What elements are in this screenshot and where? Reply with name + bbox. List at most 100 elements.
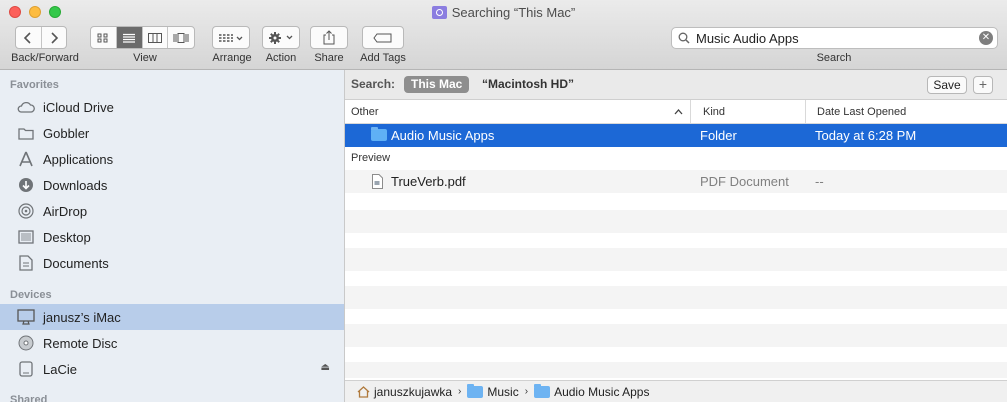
group-header-row: Preview: [345, 147, 1007, 170]
icon-view-button[interactable]: [91, 27, 117, 48]
shared-header: Shared: [10, 394, 48, 402]
share-icon: [323, 30, 335, 45]
column-header-name-label: Other: [351, 106, 379, 118]
eject-icon[interactable]: ⏏: [321, 362, 330, 373]
disc-icon: [17, 334, 35, 352]
path-item-label: januszkujawka: [374, 384, 453, 399]
column-header-date[interactable]: Date Last Opened: [806, 100, 1007, 124]
search-label: Search: [816, 52, 852, 64]
column-view-button[interactable]: [143, 27, 169, 48]
clear-search-icon[interactable]: ✕: [979, 31, 993, 45]
add-tags-label: Add Tags: [360, 52, 406, 64]
path-item-home[interactable]: januszkujawka: [357, 385, 452, 399]
add-criteria-button[interactable]: +: [973, 76, 993, 94]
imac-icon: [17, 308, 35, 326]
share-segment: [311, 27, 347, 48]
search-scope-bar: Search: This Mac “Macintosh HD” Save +: [345, 70, 1007, 100]
back-forward-control: [15, 26, 67, 49]
list-view-button[interactable]: [116, 27, 143, 48]
folder-icon: [17, 124, 35, 142]
action-label: Action: [265, 52, 297, 64]
search-field[interactable]: ✕: [671, 27, 998, 49]
sidebar-item-applications[interactable]: Applications: [0, 146, 344, 172]
search-input[interactable]: [696, 30, 976, 46]
sidebar-item-downloads[interactable]: Downloads: [0, 172, 344, 198]
path-item-audio-music-apps[interactable]: Audio Music Apps: [534, 383, 650, 399]
sidebar-item-label: Gobbler: [43, 125, 90, 141]
sidebar-item-icloud-drive[interactable]: iCloud Drive: [0, 94, 344, 120]
chevron-left-icon: [24, 31, 31, 44]
sidebar-item-remote-disc[interactable]: Remote Disc: [0, 330, 344, 356]
search-scope-label: Search:: [351, 77, 396, 91]
column-header-kind[interactable]: Kind: [691, 100, 806, 124]
row-date: Today at 6:28 PM: [815, 128, 917, 143]
chevron-right-icon: ›: [458, 386, 462, 397]
sidebar-item-documents[interactable]: Documents: [0, 250, 344, 276]
smart-folder-icon: [431, 6, 447, 19]
column-headers: Other Kind Date Last Opened: [345, 100, 1007, 124]
path-item-music[interactable]: Music: [467, 383, 519, 399]
magnifier-icon: [678, 32, 690, 44]
cover-flow-icon: [173, 32, 189, 43]
sidebar-item-label: LaCie: [43, 361, 77, 377]
row-kind: PDF Document: [700, 174, 789, 189]
table-row[interactable]: Audio Music Apps Folder Today at 6:28 PM: [345, 124, 1007, 147]
path-item-label: Audio Music Apps: [554, 384, 650, 399]
drive-icon: [17, 360, 35, 378]
sidebar-item-label: Remote Disc: [43, 335, 118, 351]
view-control: [90, 26, 195, 49]
scope-this-mac-button[interactable]: This Mac: [404, 76, 470, 93]
downloads-icon: [17, 176, 35, 194]
icon-view-icon: [97, 33, 108, 42]
toolbar: Searching “This Mac” Back/Forward View A…: [0, 0, 1007, 70]
column-header-date-label: Date Last Opened: [817, 106, 907, 118]
results-list: Audio Music Apps Folder Today at 6:28 PM…: [345, 124, 1007, 378]
favorites-header: Favorites: [10, 79, 59, 91]
path-bar: januszkujawka › Music › Audio Music Apps: [345, 380, 1007, 402]
arrange-button[interactable]: [212, 26, 250, 49]
cover-flow-view-button[interactable]: [168, 27, 194, 48]
save-search-button[interactable]: Save: [927, 76, 967, 94]
back-forward-label: Back/Forward: [11, 52, 79, 64]
tag-icon: [373, 33, 392, 42]
action-segment: [263, 27, 299, 48]
scope-macintosh-hd-button[interactable]: “Macintosh HD”: [482, 77, 574, 91]
back-button[interactable]: [16, 27, 42, 48]
cloud-icon: [17, 98, 35, 116]
home-icon: [357, 385, 370, 398]
column-header-kind-label: Kind: [703, 106, 726, 118]
chevron-right-icon: ›: [524, 386, 529, 397]
sidebar-item-januszs-imac[interactable]: janusz’s iMac: [0, 304, 344, 330]
sidebar-item-gobbler[interactable]: Gobbler: [0, 120, 344, 146]
forward-button[interactable]: [42, 27, 67, 48]
sidebar-item-desktop[interactable]: Desktop: [0, 224, 344, 250]
column-header-name[interactable]: Other: [345, 100, 691, 124]
action-button[interactable]: [262, 26, 300, 49]
sidebar-item-airdrop[interactable]: AirDrop: [0, 198, 344, 224]
add-tags-button[interactable]: [362, 26, 404, 49]
row-kind: Folder: [700, 128, 737, 143]
share-label: Share: [314, 52, 344, 64]
add-tags-segment: [363, 27, 403, 48]
row-name: TrueVerb.pdf: [391, 174, 466, 189]
arrange-label: Arrange: [212, 52, 252, 64]
arrange-grid-icon: [219, 33, 243, 42]
sidebar-item-label: Documents: [43, 255, 109, 271]
share-button[interactable]: [310, 26, 348, 49]
view-label: View: [133, 52, 157, 64]
sidebar-item-label: AirDrop: [43, 203, 88, 219]
window-title: Searching “This Mac”: [0, 5, 1007, 20]
sidebar-item-lacie[interactable]: LaCie ⏏: [0, 356, 344, 382]
arrange-segment: [213, 27, 249, 48]
list-view-icon: [123, 33, 136, 43]
path-item-label: Music: [487, 384, 519, 399]
folder-icon: [534, 383, 551, 398]
preview-group-title: Preview: [351, 152, 391, 164]
row-name: Audio Music Apps: [391, 128, 495, 143]
music-folder-icon: [467, 383, 484, 398]
sort-ascending-icon: [674, 109, 683, 115]
table-row[interactable]: TrueVerb.pdf PDF Document --: [345, 170, 1007, 193]
empty-row: [345, 362, 1007, 378]
applications-icon: [17, 150, 35, 168]
folder-icon: [371, 127, 387, 143]
